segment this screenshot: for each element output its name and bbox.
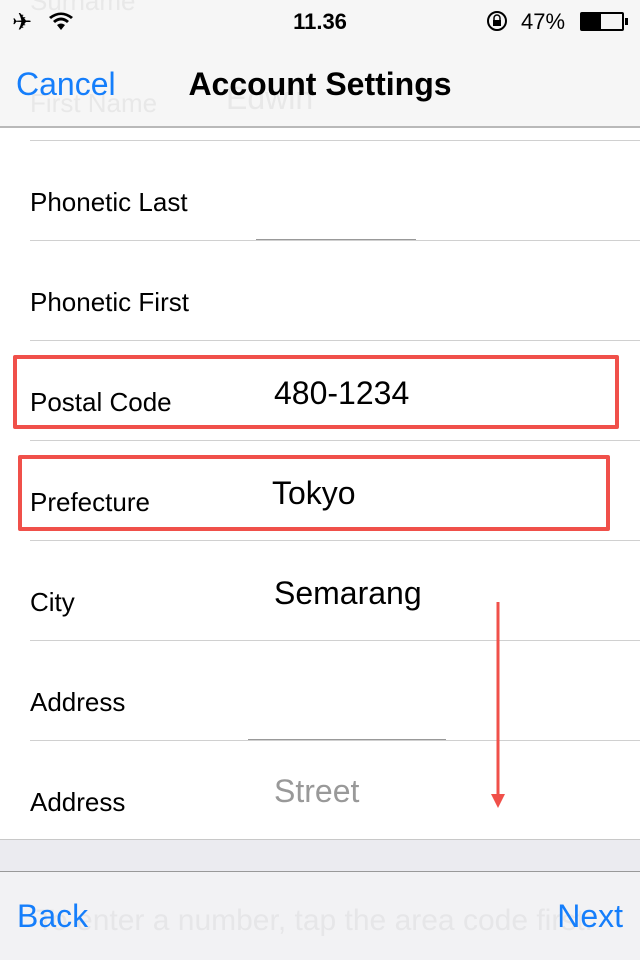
status-bar: ✈ 11.36 47%	[0, 0, 640, 40]
field-label: Phonetic Last	[30, 187, 188, 217]
field-label: Address	[30, 687, 126, 717]
row-city[interactable]: City Semarang	[30, 540, 640, 640]
highlight-prefecture	[18, 455, 610, 531]
field-label: Phonetic First	[30, 287, 189, 317]
field-label: Address	[30, 787, 126, 817]
rotation-lock-icon	[487, 11, 507, 31]
highlight-postal-code	[13, 355, 619, 429]
battery-percent: 47%	[521, 9, 566, 34]
row-address-2[interactable]: Address Street	[30, 740, 640, 840]
row-phonetic-last[interactable]: Phonetic Last	[30, 140, 640, 240]
back-button[interactable]: Back	[17, 898, 88, 935]
bottom-toolbar: To enter a number, tap the area code fir…	[0, 872, 640, 960]
battery-tip	[625, 18, 628, 25]
row-address-1[interactable]: Address	[30, 640, 640, 740]
street-input[interactable]: Street	[274, 773, 359, 810]
city-input[interactable]: Semarang	[274, 575, 422, 612]
scroll-down-arrow-icon	[491, 602, 505, 808]
ghost-hint-text: To enter a number, tap the area code fir…	[36, 904, 593, 937]
page-title: Account Settings	[188, 66, 452, 102]
section-footer	[0, 839, 640, 872]
battery-icon	[580, 12, 624, 31]
row-phonetic-first[interactable]: Phonetic First	[30, 240, 640, 340]
next-button[interactable]: Next	[557, 898, 623, 935]
field-label: City	[30, 587, 75, 617]
navigation-bar: Surname First Name Edwin ✈ 11.36 47% Can…	[0, 0, 640, 128]
